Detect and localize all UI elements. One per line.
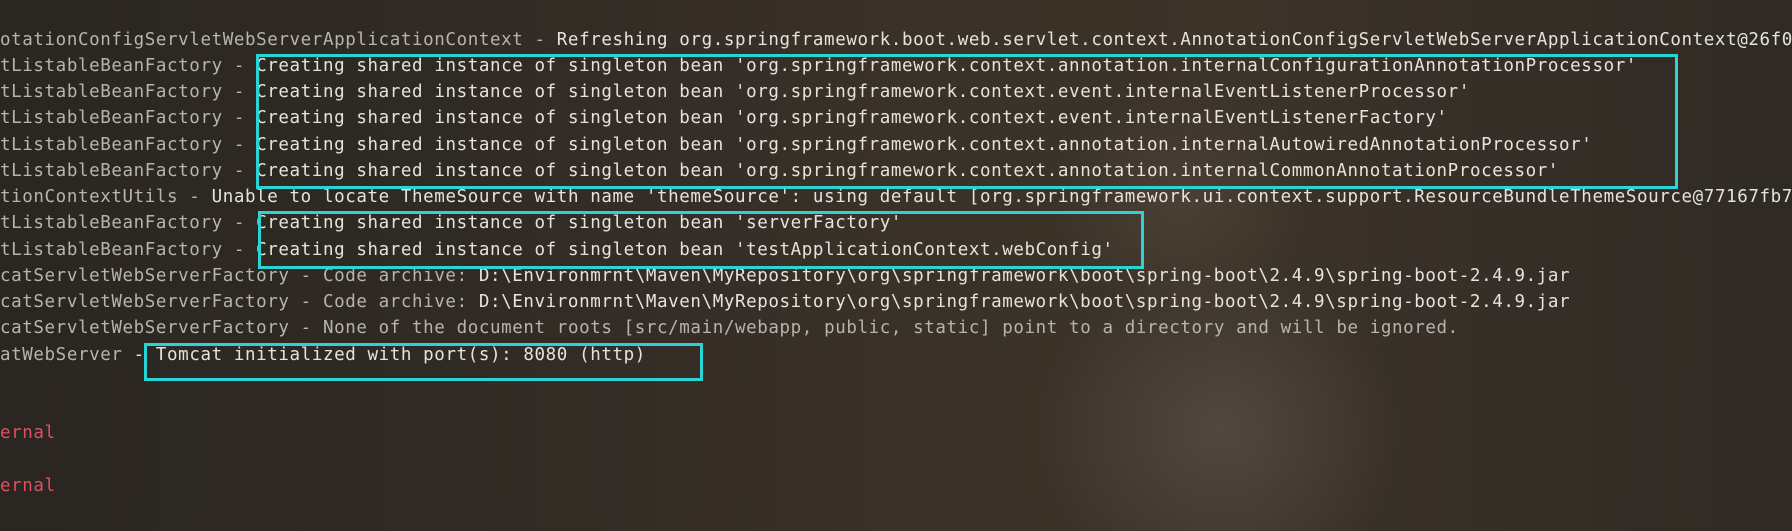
log-source: tListableBeanFactory - bbox=[0, 161, 257, 181]
log-message: Creating shared instance of singleton be… bbox=[256, 240, 1114, 260]
log-source: catServletWebServerFactory - Code archiv… bbox=[0, 266, 479, 286]
log-message: Creating shared instance of singleton be… bbox=[256, 82, 1470, 102]
log-line: tListableBeanFactory - Creating shared i… bbox=[0, 132, 1592, 158]
log-message: Unable to locate ThemeSource with name '… bbox=[211, 187, 1792, 207]
log-source: tListableBeanFactory - bbox=[0, 135, 257, 155]
log-line: catServletWebServerFactory - None of the… bbox=[0, 315, 1459, 341]
log-line: tionContextUtils - Unable to locate Them… bbox=[0, 184, 1792, 210]
terminal-output[interactable]: otationConfigServletWebServerApplication… bbox=[0, 0, 1792, 531]
error-line: ernal bbox=[0, 423, 56, 443]
log-line: tListableBeanFactory - Creating shared i… bbox=[0, 105, 1448, 131]
log-message: D:\Environmrnt\Maven\MyRepository\org\sp… bbox=[478, 266, 1571, 286]
log-source: otationConfigServletWebServerApplication… bbox=[0, 30, 557, 50]
log-source: atWebServer bbox=[0, 345, 134, 365]
log-message: None of the document roots [src/main/web… bbox=[322, 318, 1459, 338]
log-source: tionContextUtils - bbox=[0, 187, 212, 207]
log-message: Creating shared instance of singleton be… bbox=[256, 161, 1560, 181]
log-message: Creating shared instance of singleton be… bbox=[256, 108, 1448, 128]
log-line: tListableBeanFactory - Creating shared i… bbox=[0, 210, 902, 236]
log-message: - Tomcat initialized with port(s): 8080 … bbox=[133, 345, 646, 365]
log-source: tListableBeanFactory - bbox=[0, 213, 257, 233]
log-source: tListableBeanFactory - bbox=[0, 56, 257, 76]
log-line: otationConfigServletWebServerApplication… bbox=[0, 27, 1792, 53]
log-source: catServletWebServerFactory - bbox=[0, 318, 323, 338]
log-source: tListableBeanFactory - bbox=[0, 82, 257, 102]
log-line: tListableBeanFactory - Creating shared i… bbox=[0, 158, 1559, 184]
error-line: ernal bbox=[0, 476, 56, 496]
log-source: tListableBeanFactory - bbox=[0, 108, 257, 128]
log-message: Refreshing org.springframework.boot.web.… bbox=[556, 30, 1792, 50]
log-line: tListableBeanFactory - Creating shared i… bbox=[0, 79, 1470, 105]
log-line: atWebServer - Tomcat initialized with po… bbox=[0, 342, 646, 368]
log-line: catServletWebServerFactory - Code archiv… bbox=[0, 289, 1570, 315]
log-message: Creating shared instance of singleton be… bbox=[256, 135, 1593, 155]
log-line: tListableBeanFactory - Creating shared i… bbox=[0, 237, 1114, 263]
log-line: catServletWebServerFactory - Code archiv… bbox=[0, 263, 1570, 289]
log-source: catServletWebServerFactory - Code archiv… bbox=[0, 292, 479, 312]
log-source: tListableBeanFactory - bbox=[0, 240, 257, 260]
log-message: Creating shared instance of singleton be… bbox=[256, 56, 1637, 76]
log-message: D:\Environmrnt\Maven\MyRepository\org\sp… bbox=[478, 292, 1571, 312]
log-message: Creating shared instance of singleton be… bbox=[256, 213, 903, 233]
log-line: tListableBeanFactory - Creating shared i… bbox=[0, 53, 1637, 79]
